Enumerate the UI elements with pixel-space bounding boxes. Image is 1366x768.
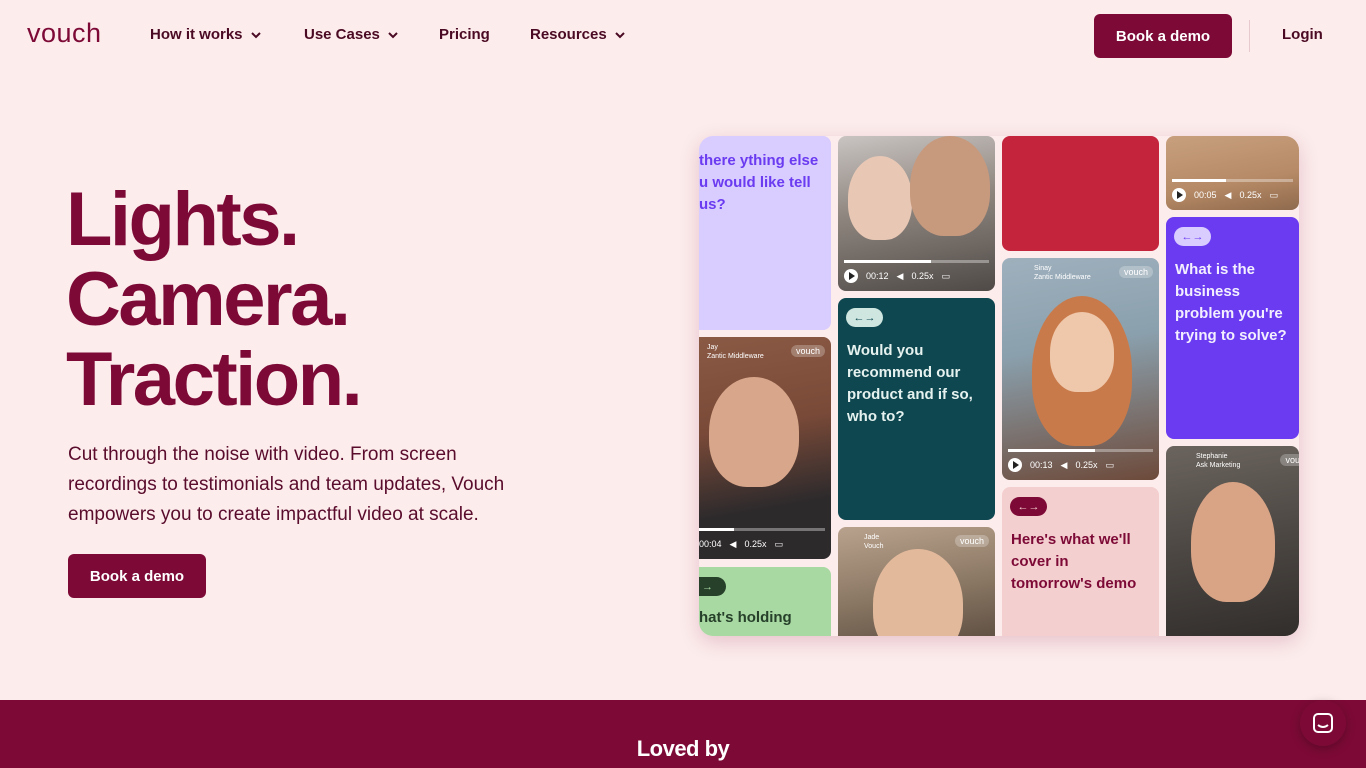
speaker-name: Sinay: [1034, 265, 1052, 272]
hero-subtext: Cut through the noise with video. From s…: [68, 444, 505, 525]
nav-use-cases[interactable]: Use Cases: [304, 26, 400, 43]
speaker-tag: Stephanie Ask Marketing: [1196, 452, 1240, 470]
question-card-lavender: there ything else u would like tell us?: [699, 136, 831, 330]
speaker-company: Vouch: [864, 543, 884, 550]
speaker-name: Jay: [707, 344, 718, 351]
question-text: Would you recommend our product and if s…: [847, 342, 973, 425]
loved-by-title: Loved by: [636, 736, 730, 761]
video-controls: 00:12 ◀ 0.25x ▭: [844, 267, 989, 285]
video-controls: 00:04 ◀ 0.25x ▭: [699, 535, 825, 553]
nav-divider: [1249, 20, 1250, 52]
book-demo-button-nav[interactable]: Book a demo: [1094, 14, 1232, 58]
nav-resources[interactable]: Resources: [530, 26, 627, 43]
video-controls: 00:13 ◀ 0.25x ▭: [1008, 456, 1153, 474]
headline-line-3: Traction.: [66, 337, 363, 422]
captions-icon[interactable]: ▭: [1105, 460, 1114, 471]
vouch-badge: vouch: [1118, 266, 1153, 278]
time-label: 00:04: [699, 539, 722, 549]
nav-pricing[interactable]: Pricing: [439, 26, 490, 43]
person-face: [1050, 312, 1114, 392]
progress-bar[interactable]: [1172, 179, 1293, 182]
video-tile-stephanie[interactable]: Stephanie Ask Marketing vou: [1166, 446, 1299, 636]
chat-icon: [1313, 713, 1333, 733]
captions-icon[interactable]: ▭: [1269, 190, 1278, 201]
play-icon[interactable]: [844, 269, 858, 283]
person-silhouette: [709, 377, 799, 487]
speaker-name: Jade: [864, 534, 880, 541]
vouch-badge: vouch: [954, 535, 989, 547]
nav-use-cases-label: Use Cases: [304, 26, 380, 43]
hero-headline: Lights. Camera. Traction.: [66, 177, 363, 422]
chat-widget-button[interactable]: [1300, 700, 1346, 746]
nav-resources-label: Resources: [530, 26, 607, 43]
person-silhouette: [873, 549, 963, 636]
speaker-tag: Jay Zantic Middleware: [707, 343, 764, 361]
question-card-teal: ←→ Would you recommend our product and i…: [838, 298, 995, 520]
volume-icon[interactable]: ◀: [1061, 460, 1068, 471]
vouch-logo[interactable]: vouch: [27, 18, 102, 49]
arrows-icon: ←→: [846, 308, 883, 327]
video-tile-sinay[interactable]: Sinay Zantic Middleware vouch 00:13 ◀ 0.2…: [1002, 258, 1159, 480]
top-nav: vouch How it works Use Cases Pricing Res…: [0, 0, 1366, 72]
book-demo-button-hero[interactable]: Book a demo: [68, 554, 206, 598]
video-tile-jade[interactable]: Jade Vouch vouch: [838, 527, 995, 636]
progress-bar[interactable]: [844, 260, 989, 263]
vouch-badge: vou: [1280, 454, 1299, 466]
speed-label[interactable]: 0.25x: [1075, 460, 1097, 470]
speaker-company: Ask Marketing: [1196, 462, 1241, 469]
chevron-down-icon: [388, 31, 398, 38]
time-label: 00:12: [866, 271, 889, 281]
speed-label[interactable]: 0.25x: [911, 271, 933, 281]
speaker-name: Stephanie: [1196, 453, 1228, 460]
color-card-red: [1002, 136, 1159, 251]
video-collage: there ything else u would like tell us? …: [699, 136, 1299, 636]
speed-label[interactable]: 0.25x: [744, 539, 766, 549]
video-controls: 00:05 ◀ 0.25x ▭: [1172, 186, 1293, 204]
progress-bar[interactable]: [1008, 449, 1153, 452]
arrows-icon: →: [699, 577, 726, 596]
video-tile-partial[interactable]: 00:05 ◀ 0.25x ▭: [1166, 136, 1299, 210]
play-icon[interactable]: [1172, 188, 1186, 202]
time-label: 00:13: [1030, 460, 1053, 470]
arrows-icon: ←→: [1010, 497, 1047, 516]
chevron-down-icon: [250, 31, 261, 38]
vouch-badge: vouch: [790, 345, 825, 357]
volume-icon[interactable]: ◀: [1225, 190, 1232, 201]
speaker-tag: Jade Vouch: [864, 533, 883, 551]
person-silhouette: [910, 136, 990, 236]
captions-icon[interactable]: ▭: [774, 539, 783, 550]
nav-pricing-label: Pricing: [439, 26, 490, 43]
question-card-green: → hat's holding: [699, 567, 831, 636]
speed-label[interactable]: 0.25x: [1239, 190, 1261, 200]
loved-by-section: Loved by: [0, 700, 1366, 768]
arrows-icon: ←→: [1174, 227, 1211, 246]
nav-how-it-works[interactable]: How it works: [150, 26, 263, 43]
question-card-pink: ←→ Here's what we'll cover in tomorrow's…: [1002, 487, 1159, 636]
captions-icon[interactable]: ▭: [941, 271, 950, 282]
speaker-company: Zantic Middleware: [707, 353, 764, 360]
volume-icon[interactable]: ◀: [730, 539, 737, 550]
time-label: 00:05: [1194, 190, 1217, 200]
progress-bar[interactable]: [699, 528, 825, 531]
question-text: What is the business problem you're tryi…: [1175, 261, 1287, 344]
volume-icon[interactable]: ◀: [897, 271, 904, 282]
speaker-tag: Sinay Zantic Middleware: [1034, 264, 1091, 282]
play-icon[interactable]: [1008, 458, 1022, 472]
question-text: Here's what we'll cover in tomorrow's de…: [1011, 531, 1137, 592]
headline-line-2: Camera.: [66, 257, 351, 342]
question-text: there ything else u would like tell us?: [699, 152, 819, 213]
headline-line-1: Lights.: [66, 177, 300, 262]
nav-how-it-works-label: How it works: [150, 26, 243, 43]
chevron-down-icon: [615, 31, 625, 38]
question-text: hat's holding: [699, 609, 792, 626]
login-link[interactable]: Login: [1282, 26, 1323, 43]
person-silhouette: [848, 156, 912, 240]
person-silhouette: [1191, 482, 1275, 602]
video-tile-jay[interactable]: Jay Zantic Middleware vouch 00:04 ◀ 0.25x…: [699, 337, 831, 559]
video-tile-father-baby[interactable]: 00:12 ◀ 0.25x ▭: [838, 136, 995, 291]
question-card-purple: ←→ What is the business problem you're t…: [1166, 217, 1299, 439]
speaker-company: Zantic Middleware: [1034, 274, 1091, 281]
